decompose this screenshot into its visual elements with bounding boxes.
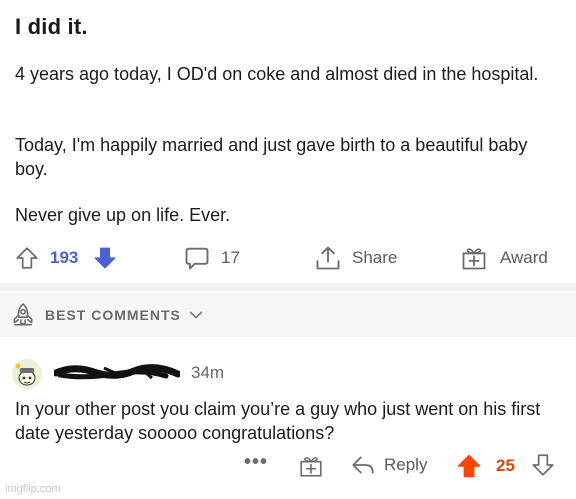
post-title: I did it. [15, 14, 88, 39]
speech-bubble-icon [185, 247, 209, 270]
more-options-button[interactable]: ••• [244, 451, 268, 474]
rocket-icon [13, 303, 33, 326]
arrow-down-filled-icon [94, 247, 116, 269]
post-body-paragraph-3: Never give up on life. Ever. [15, 205, 231, 225]
comment-timestamp: 34m [191, 363, 225, 382]
post-award-button[interactable]: Award [460, 238, 548, 278]
post-comment-count: 17 [221, 248, 240, 267]
comment-text: In your other post you claim you’re a gu… [15, 399, 541, 443]
post-comments-button[interactable]: 17 [183, 238, 240, 278]
post-upvote-button[interactable] [14, 238, 40, 278]
post-share-button[interactable]: Share [314, 238, 397, 278]
share-icon [316, 246, 340, 270]
section-divider [0, 283, 576, 291]
watermark: imgflip.com [5, 483, 61, 495]
award-label: Award [500, 248, 548, 267]
gift-icon [462, 248, 486, 270]
post-action-bar: 193 17 Share Award [0, 238, 576, 278]
comment-sort-selector[interactable]: BEST COMMENTS [0, 293, 576, 337]
reply-button[interactable]: Reply [350, 452, 427, 478]
redacted-username [54, 364, 180, 380]
comment-action-bar: ••• Reply 25 [0, 448, 576, 482]
comment: 34m In your other post you claim you’re … [0, 345, 576, 499]
post-body-paragraph-2: Today, I'm happily married and just gave… [15, 133, 535, 181]
snoo-avatar-icon [12, 359, 42, 389]
comment-score: 25 [496, 456, 515, 475]
chevron-down-icon [189, 311, 202, 319]
comment-downvote-button[interactable] [530, 452, 556, 483]
post-vote-count: 193 [50, 248, 79, 267]
post-body-text-1: 4 years ago today, I OD'd on coke and al… [15, 64, 539, 84]
post: I did it. 4 years ago today, I OD'd on c… [0, 0, 576, 283]
comment-body: In your other post you claim you’re a gu… [15, 397, 565, 445]
reply-label: Reply [384, 455, 428, 474]
arrow-up-filled-icon [457, 454, 481, 478]
gift-icon [300, 457, 322, 477]
comment-upvote-button[interactable] [455, 452, 483, 485]
post-body-paragraph-1: 4 years ago today, I OD'd on coke and al… [15, 62, 555, 86]
share-label: Share [352, 248, 398, 267]
post-downvote-button[interactable] [92, 238, 118, 278]
avatar[interactable] [12, 359, 42, 389]
post-body-text-2: Today, I'm happily married and just gave… [15, 135, 528, 179]
arrow-down-outline-icon [532, 454, 554, 476]
arrow-up-outline-icon [16, 247, 38, 269]
comment-award-button[interactable] [298, 453, 324, 484]
reply-arrow-icon [352, 456, 374, 474]
comment-sort-label: BEST COMMENTS [45, 307, 181, 323]
